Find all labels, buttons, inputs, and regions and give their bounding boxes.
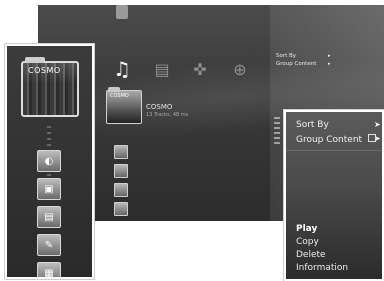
option-group-content[interactable]: Group Content bbox=[276, 61, 316, 67]
list-item-thumb[interactable] bbox=[114, 202, 128, 216]
menu-sort-by[interactable]: Sort By ➤ bbox=[296, 120, 381, 130]
edit-icon[interactable]: ✎ bbox=[37, 234, 61, 256]
menu-item-copy[interactable]: Copy bbox=[296, 237, 319, 247]
folder-tab bbox=[25, 57, 45, 63]
photo-icon[interactable]: ▣ bbox=[37, 178, 61, 200]
menu-item-delete[interactable]: Delete bbox=[296, 250, 326, 260]
option-sort-by[interactable]: Sort By bbox=[276, 53, 296, 59]
group-content-label: Group Content bbox=[296, 135, 363, 145]
album-thumbnail: COSMO bbox=[106, 87, 142, 124]
arrow-icon: ▸ bbox=[328, 61, 331, 67]
left-zoom-callout: COSMO ◐ ▣ ▤ ✎ ▦ bbox=[5, 44, 94, 279]
menu-item-information[interactable]: Information bbox=[296, 263, 348, 273]
thumbnail-label: COSMO bbox=[110, 93, 129, 99]
grid-icon[interactable]: ▦ bbox=[37, 262, 61, 277]
list-item-thumb[interactable] bbox=[114, 164, 128, 178]
menu-item-play[interactable]: Play bbox=[296, 224, 317, 234]
list-item-thumb[interactable] bbox=[114, 183, 128, 197]
disc-icon[interactable]: ◐ bbox=[37, 150, 61, 172]
right-zoom-callout: Sort By ➤ Group Content ➤ Play Copy Dele… bbox=[284, 110, 384, 281]
menu-divider bbox=[286, 150, 382, 151]
list-icon[interactable]: ▤ bbox=[37, 206, 61, 228]
album-title: COSMO bbox=[146, 103, 173, 111]
zoomed-thumbnail-label: COSMO bbox=[28, 66, 61, 75]
arrow-icon: ▸ bbox=[328, 53, 331, 59]
top-item-icon bbox=[116, 5, 128, 19]
folder-tab bbox=[108, 87, 120, 92]
zoomed-album-thumbnail[interactable]: COSMO bbox=[21, 57, 79, 117]
arrow-right-icon: ➤ bbox=[374, 120, 381, 129]
arrow-right-icon: ➤ bbox=[374, 134, 381, 143]
stage: ♫ ▤ ✜ ⊕ COSMO COSMO 13 Tracks, 48 ms Sor… bbox=[0, 0, 384, 281]
sort-by-label: Sort By bbox=[296, 120, 329, 130]
video-category-icon[interactable]: ▤ bbox=[150, 58, 174, 80]
zoomed-icon-list: ◐ ▣ ▤ ✎ ▦ bbox=[37, 150, 61, 277]
options-hint-lines bbox=[274, 117, 280, 145]
item-list bbox=[114, 145, 128, 221]
menu-group-content[interactable]: Group Content ➤ bbox=[296, 134, 381, 145]
music-category-icon[interactable]: ♫ bbox=[110, 57, 134, 81]
album-subtitle: 13 Tracks, 48 ms bbox=[146, 112, 189, 118]
game-category-icon[interactable]: ✜ bbox=[188, 58, 212, 80]
selected-album-item[interactable]: COSMO COSMO 13 Tracks, 48 ms bbox=[106, 87, 286, 130]
network-category-icon[interactable]: ⊕ bbox=[228, 58, 252, 80]
list-item-thumb[interactable] bbox=[114, 145, 128, 159]
